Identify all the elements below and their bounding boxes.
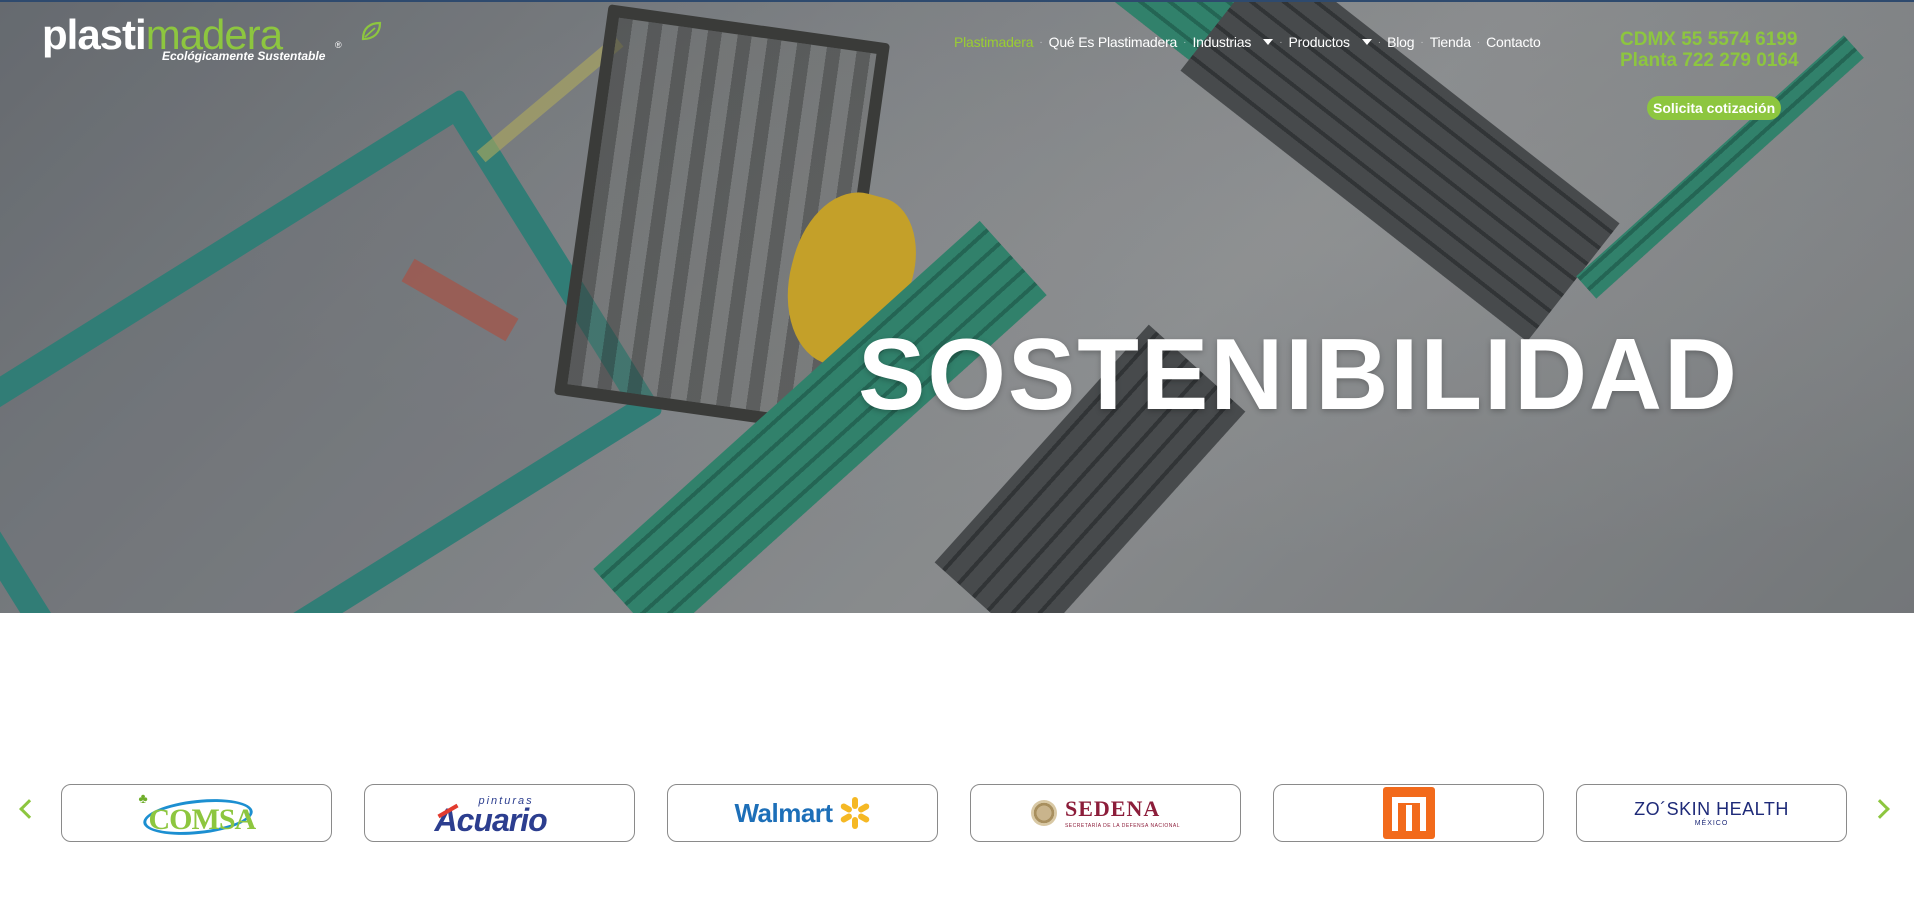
nav-item-productos[interactable]: Productos [1289, 34, 1372, 50]
sprout-icon: ♣ [138, 790, 148, 806]
chevron-left-icon[interactable] [19, 799, 39, 819]
sedena-logo: SEDENA SECRETARÍA DE LA DEFENSA NACIONAL [1030, 795, 1181, 829]
request-quote-button[interactable]: Solicita cotización [1647, 96, 1782, 120]
hero-banner: plastimadera ® Ecológicamente Sustentabl… [0, 0, 1914, 613]
logo-tagline: Ecológicamente Sustentable [162, 49, 326, 63]
client-logo-card-zo-skin-health[interactable]: ZO´SKIN HEALTH MÉXICO [1576, 784, 1847, 842]
nav-item-label: Contacto [1486, 34, 1541, 50]
zo-skin-health-logo: ZO´SKIN HEALTH MÉXICO [1634, 799, 1789, 827]
nav-item-industrias[interactable]: Industrias [1192, 34, 1274, 50]
site-logo[interactable]: plastimadera ® Ecológicamente Sustentabl… [42, 14, 382, 72]
contact-phones: CDMX 55 5574 6199 Planta 722 279 0164 [1620, 29, 1799, 71]
nav-item-label: Blog [1387, 34, 1415, 50]
hero-overlay [0, 2, 1914, 613]
nav-item-tienda[interactable]: Tienda [1430, 34, 1471, 50]
leaf-icon [361, 21, 382, 41]
caret-down-icon[interactable] [1263, 39, 1274, 45]
nav-separator: · [1279, 36, 1283, 48]
client-logo-card-acuario[interactable]: pinturas Acuario [364, 784, 635, 842]
zo-logo-subtext: MÉXICO [1694, 820, 1729, 827]
walmart-spark-icon [839, 797, 871, 829]
sedena-seal-icon [1030, 800, 1057, 826]
client-logo-card-walmart[interactable]: Walmart [667, 784, 938, 842]
main-nav: Plastimadera · Qué Es Plastimadera · Ind… [954, 34, 1541, 50]
nav-separator: · [1476, 36, 1481, 48]
nav-item-contacto[interactable]: Contacto [1486, 34, 1541, 50]
sedena-logo-text: SEDENA [1064, 795, 1161, 821]
nav-separator: · [1183, 36, 1187, 48]
nav-item-label: Productos [1288, 34, 1350, 50]
phone-cdmx[interactable]: CDMX 55 5574 6199 [1620, 29, 1799, 50]
nav-item-label: Tienda [1429, 34, 1471, 50]
nav-item-blog[interactable]: Blog [1387, 34, 1414, 50]
metro-logo-icon [1382, 787, 1435, 839]
sedena-logo-subtext: SECRETARÍA DE LA DEFENSA NACIONAL [1064, 822, 1181, 829]
nav-item-que-es-plastimadera[interactable]: Qué Es Plastimadera [1048, 34, 1178, 50]
comsa-logo: ♣ COMSA [138, 790, 257, 840]
phone-planta[interactable]: Planta 722 279 0164 [1620, 50, 1799, 71]
chevron-right-icon[interactable] [1870, 799, 1890, 819]
nav-separator: · [1039, 36, 1043, 48]
comsa-logo-text: COMSA [148, 803, 257, 836]
logo-word-plasti: plasti [42, 11, 147, 58]
client-logo-card-sedena[interactable]: SEDENA SECRETARÍA DE LA DEFENSA NACIONAL [970, 784, 1241, 842]
walmart-logo-text: Walmart [734, 797, 833, 828]
registered-mark: ® [335, 40, 342, 50]
nav-item-label: Plastimadera [954, 34, 1034, 50]
hero-headline: SOSTENIBILIDAD [858, 319, 1739, 431]
zo-logo-text: ZO´SKIN HEALTH [1634, 799, 1789, 819]
nav-separator: · [1420, 36, 1424, 48]
client-logo-card-comsa[interactable]: ♣ COMSA [61, 784, 332, 842]
nav-item-plastimadera[interactable]: Plastimadera [954, 34, 1034, 50]
client-logo-card-metro[interactable] [1273, 784, 1544, 842]
caret-down-icon[interactable] [1361, 39, 1372, 45]
nav-item-label: Industrias [1192, 34, 1252, 50]
walmart-logo: Walmart [734, 797, 870, 829]
nav-separator: · [1377, 36, 1382, 48]
client-logos-carousel: ♣ COMSA pinturas Acuario Walmart SEDENA … [0, 784, 1914, 844]
acuario-logo: pinturas Acuario [435, 793, 565, 838]
nav-item-label: Qué Es Plastimadera [1048, 34, 1178, 50]
